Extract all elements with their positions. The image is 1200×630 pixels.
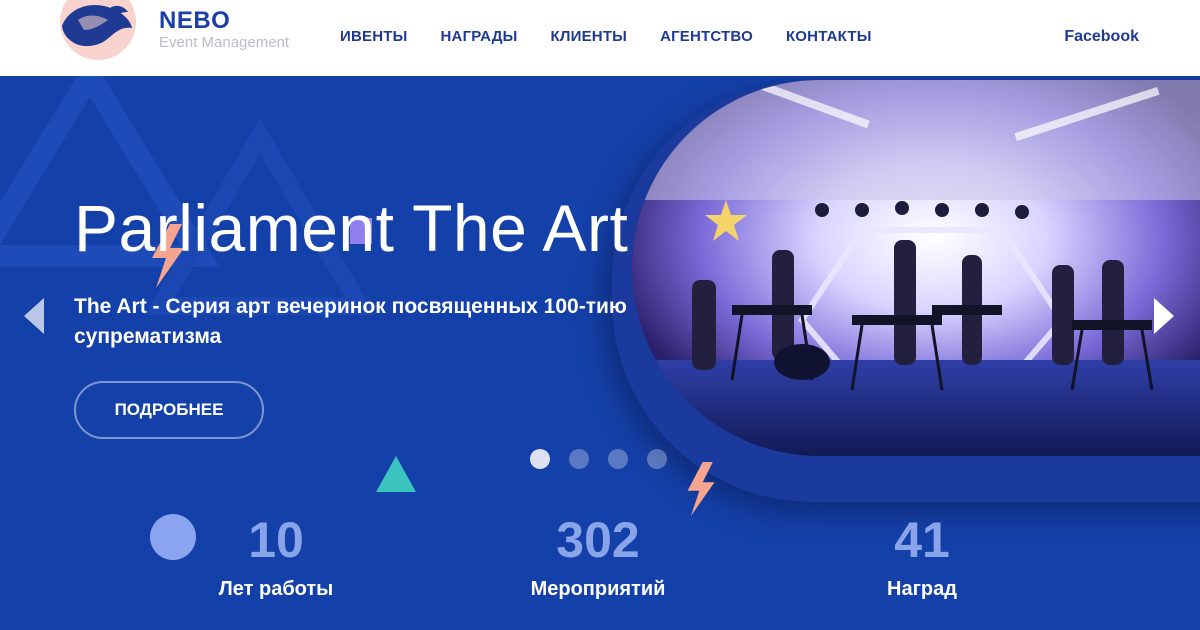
nav-item-agency[interactable]: АГЕНТСТВО [660, 28, 753, 45]
slider-dot-2[interactable] [569, 449, 589, 469]
lightning-icon [687, 462, 715, 516]
concert-stage-image [632, 80, 1200, 456]
arrow-right-icon[interactable] [1152, 298, 1174, 334]
triangle-icon [376, 456, 416, 492]
stat-label: Наград [887, 578, 957, 600]
stat-value: 10 [248, 512, 304, 568]
nav-item-events[interactable]: ИВЕНТЫ [340, 28, 408, 45]
stat-label: Лет работы [218, 578, 334, 600]
stat-awards: 41 Наград [842, 512, 1002, 601]
nav-item-clients[interactable]: КЛИЕНТЫ [551, 28, 628, 45]
stat-value: 302 [556, 512, 640, 568]
nav-item-contacts[interactable]: КОНТАКТЫ [786, 28, 872, 45]
slide-photo [632, 80, 1200, 456]
brand-name: NEBO [159, 7, 231, 34]
circle-decoration [150, 514, 196, 560]
slide-description: The Art - Серия арт вечеринок посвященны… [74, 295, 627, 348]
arrow-left-icon[interactable] [24, 298, 46, 334]
slider-dot-1[interactable] [530, 449, 550, 469]
brand[interactable]: NEBO Event Management [159, 8, 289, 52]
star-icon [705, 200, 747, 241]
stat-events: 302 Мероприятий [518, 512, 678, 601]
stat-label: Мероприятий [530, 578, 666, 600]
more-button[interactable]: ПОДРОБНЕЕ [74, 381, 264, 439]
slider-dot-3[interactable] [608, 449, 628, 469]
hero-slider: Parliament The Art The Art - Серия арт в… [0, 76, 1200, 630]
stat-years: 10 Лет работы [196, 512, 356, 601]
site-header: NEBO Event Management ИВЕНТЫ НАГРАДЫ КЛИ… [0, 0, 1200, 76]
facebook-link[interactable]: Facebook [1064, 28, 1139, 46]
brand-subtitle: Event Management [159, 34, 290, 51]
nebo-logo[interactable] [58, 0, 140, 60]
slide-title: Parliament The Art [74, 191, 629, 265]
main-nav: ИВЕНТЫ НАГРАДЫ КЛИЕНТЫ АГЕНТСТВО КОНТАКТ… [340, 28, 905, 45]
slider-dots [530, 449, 686, 469]
stat-value: 41 [894, 512, 950, 568]
nav-item-awards[interactable]: НАГРАДЫ [441, 28, 518, 45]
slider-dot-4[interactable] [647, 449, 667, 469]
